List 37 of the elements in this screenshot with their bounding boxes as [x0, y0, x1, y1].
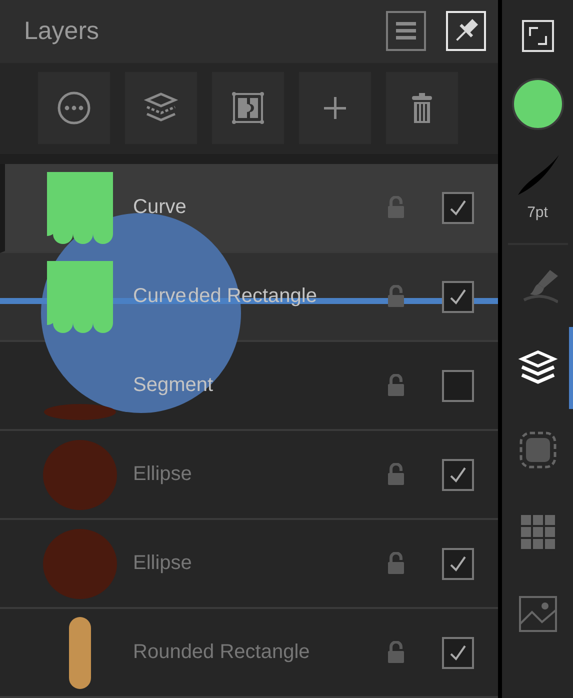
- layer-name: Ellipse: [133, 463, 193, 486]
- check-icon: [448, 286, 468, 306]
- layers-button[interactable]: [125, 72, 197, 144]
- check-icon: [448, 642, 468, 662]
- panel-title: Layers: [24, 16, 100, 46]
- check-icon: [448, 554, 468, 574]
- unlocked-icon[interactable]: [386, 552, 406, 576]
- fullscreen-icon[interactable]: [522, 20, 554, 52]
- unlocked-icon[interactable]: [386, 374, 406, 398]
- visibility-checkbox[interactable]: [442, 192, 474, 224]
- trash-button[interactable]: [386, 72, 458, 144]
- unlocked-icon[interactable]: [386, 284, 406, 308]
- unlocked-icon[interactable]: [386, 640, 406, 664]
- layer-name: Ellipse: [133, 552, 193, 575]
- visibility-checkbox[interactable]: [442, 548, 474, 580]
- unlocked-icon[interactable]: [386, 462, 406, 486]
- layer-name: Segment: [133, 374, 214, 397]
- color-swatch[interactable]: [512, 78, 564, 130]
- layer-name: Rounded Rectangle: [133, 641, 311, 664]
- dragged-layer-name: Curve: [133, 285, 186, 308]
- more-icon: [56, 90, 92, 126]
- more-button[interactable]: [38, 72, 110, 144]
- layer-name: Curve: [133, 196, 188, 219]
- visibility-checkbox[interactable]: [442, 458, 474, 490]
- visibility-checkbox[interactable]: [442, 636, 474, 668]
- visibility-checkbox[interactable]: [442, 280, 474, 312]
- menu-button[interactable]: [386, 11, 426, 52]
- image-icon: [518, 594, 558, 634]
- mask-button[interactable]: [212, 72, 284, 144]
- selection-icon: [518, 430, 558, 470]
- check-icon: [448, 198, 468, 218]
- layer-row[interactable]: Curve: [0, 164, 498, 253]
- check-icon: [448, 464, 468, 484]
- stroke-size: 7pt: [527, 204, 548, 221]
- visibility-checkbox[interactable]: [442, 370, 474, 402]
- mask-icon: [230, 90, 266, 126]
- pin-button[interactable]: [446, 11, 486, 52]
